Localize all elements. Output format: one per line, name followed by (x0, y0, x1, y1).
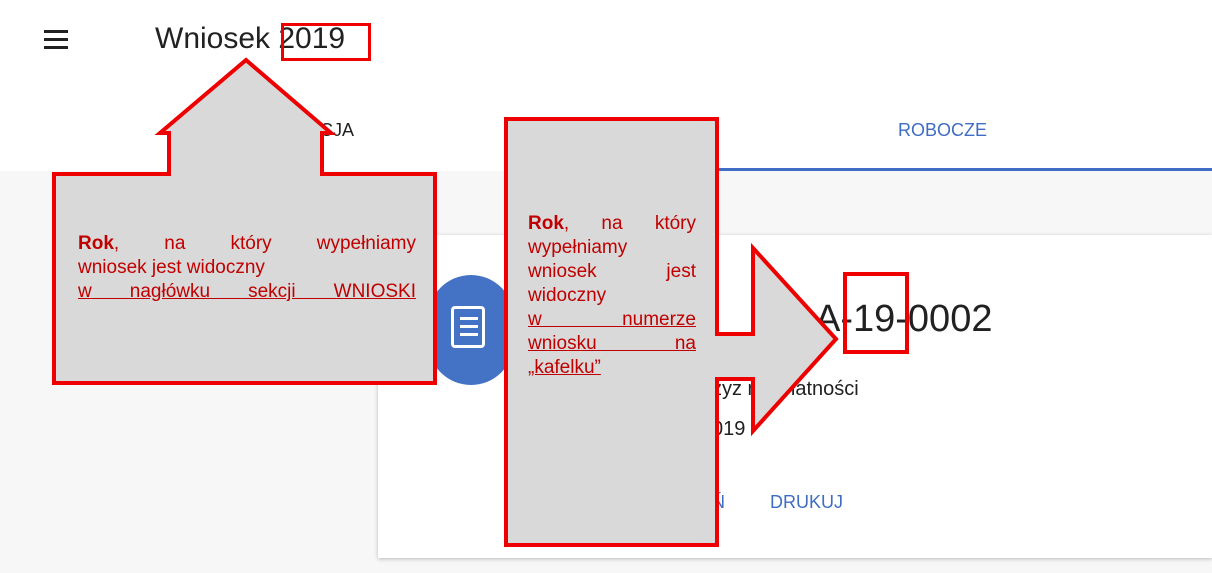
callout-number-link1: w numerze (528, 309, 696, 330)
number-year-highlight-box (843, 272, 909, 354)
app-header: Wniosek 2019 (0, 0, 1212, 90)
application-year: 019 (712, 418, 746, 440)
tab-aktualizacja[interactable]: Aktualizacja (222, 120, 354, 141)
card-action-button[interactable]: Ń (712, 492, 725, 513)
callout-number-link3: „kafelku” (528, 357, 601, 378)
year-highlight-box (281, 23, 371, 61)
callout-header-bold: Rok (78, 233, 114, 254)
callout-number-line4: widoczny (528, 285, 607, 306)
tab-bar: Aktualizacja Robocze (0, 90, 1212, 170)
callout-number-line3: wniosek jest (528, 261, 696, 282)
callout-number-link2: wniosku na (528, 333, 696, 354)
callout-header-text: Rok, na który wypełniamy wniosek jest wi… (78, 232, 416, 304)
callout-header-line2: wniosek jest widoczny (78, 257, 265, 278)
callout-header-link: w nagłówku sekcji WNIOSKI (78, 281, 416, 302)
application-type: zyz nie płatności (712, 378, 859, 400)
tab-robocze[interactable]: Robocze (898, 120, 987, 141)
document-list-icon (451, 306, 485, 348)
callout-number-text: Rok, na który wypełniamy wniosek jest wi… (528, 212, 696, 380)
callout-number-line1-rest: , na który (563, 213, 696, 234)
callout-number-bold: Rok (528, 213, 564, 234)
callout-number-line1: Rok, na który (528, 212, 696, 236)
print-button[interactable]: DRUKUJ (770, 492, 843, 513)
callout-header-line1-rest: , na który wypełniamy (113, 233, 416, 254)
callout-number-line2: wypełniamy (528, 237, 628, 258)
callout-header-line1: Rok, na który wypełniamy (78, 232, 416, 256)
hamburger-menu-icon[interactable] (36, 24, 76, 56)
